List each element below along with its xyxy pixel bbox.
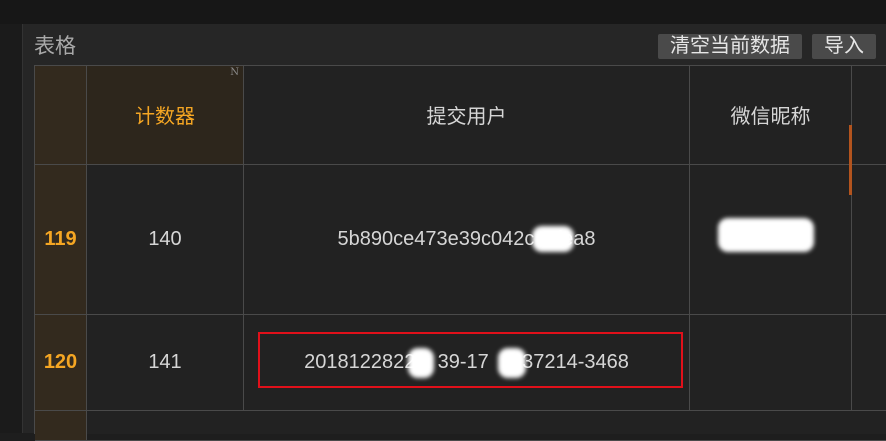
row-header-corner: [35, 66, 87, 165]
left-rail: [0, 24, 23, 433]
redaction-blur: [718, 218, 814, 252]
cell-color-marker: [849, 125, 852, 195]
column-header-label: 提交用户: [426, 106, 507, 128]
column-header-label: 计数器: [135, 106, 195, 128]
column-header-wechat-nick[interactable]: 微信昵称: [690, 66, 852, 165]
column-header-next[interactable]: [852, 66, 886, 165]
table-cell-wechat-nick[interactable]: [690, 315, 852, 411]
row-index[interactable]: 120: [35, 315, 87, 411]
row-index[interactable]: 119: [35, 165, 87, 315]
redaction-blur: [532, 226, 574, 252]
column-type-marker: N: [230, 67, 239, 78]
column-header-label: 微信昵称: [730, 106, 811, 128]
column-header-counter[interactable]: N 计数器: [87, 66, 244, 165]
column-header-submitter[interactable]: 提交用户: [244, 66, 690, 165]
import-button[interactable]: 导入: [812, 34, 876, 59]
section-title: 表格: [34, 35, 76, 58]
table-cell-partial[interactable]: [87, 411, 886, 441]
table-cell-counter[interactable]: 140: [87, 165, 244, 315]
table-cell-counter[interactable]: 141: [87, 315, 244, 411]
table-cell-next[interactable]: [852, 315, 886, 411]
table-cell-next[interactable]: [852, 165, 886, 315]
clear-data-button[interactable]: 清空当前数据: [658, 34, 802, 59]
table-cell-submitter[interactable]: 5b890ce473e39c042c fea8: [244, 165, 690, 315]
row-index-partial[interactable]: [35, 411, 87, 441]
highlight-box: [258, 332, 683, 388]
window-top-strip: [0, 0, 886, 24]
